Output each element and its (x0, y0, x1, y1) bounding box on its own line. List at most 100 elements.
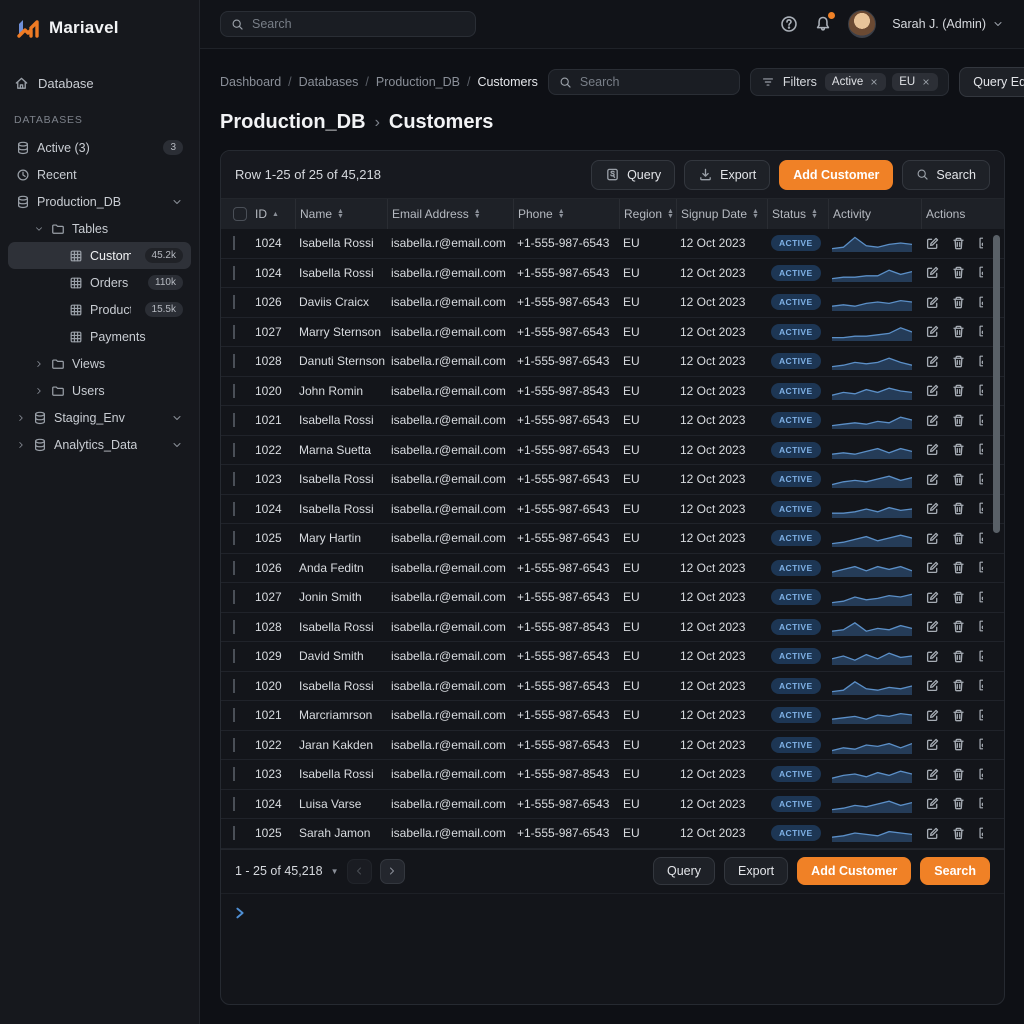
chevron-right-icon[interactable] (16, 439, 26, 451)
trash-icon[interactable] (951, 531, 966, 546)
chevron-down-icon[interactable] (171, 196, 183, 208)
trash-icon[interactable] (951, 796, 966, 811)
column-header-id[interactable]: ID▲ (251, 199, 295, 229)
column-header-status[interactable]: Status▲▼ (767, 199, 828, 229)
file-icon[interactable] (977, 767, 983, 782)
table-row[interactable]: 1027Jonin Smithisabella.r@email.com+1-55… (221, 583, 1004, 613)
file-icon[interactable] (977, 796, 983, 811)
row-checkbox[interactable] (233, 413, 235, 427)
column-header-region[interactable]: Region▲▼ (619, 199, 676, 229)
row-checkbox[interactable] (233, 472, 235, 486)
column-header-email-address[interactable]: Email Address▲▼ (387, 199, 513, 229)
file-icon[interactable] (977, 708, 983, 723)
row-checkbox[interactable] (233, 620, 235, 634)
table-row[interactable]: 1020John Rominisabella.r@email.com+1-555… (221, 377, 1004, 407)
edit-icon[interactable] (925, 619, 940, 634)
row-checkbox[interactable] (233, 561, 235, 575)
sidebar-item-customers[interactable]: Customers45.2k (8, 242, 191, 269)
edit-icon[interactable] (925, 354, 940, 369)
search-button-footer[interactable]: Search (920, 857, 990, 885)
breadcrumb-item-dashboard[interactable]: Dashboard (220, 75, 281, 89)
table-row[interactable]: 1021Isabella Rossiisabella.r@email.com+1… (221, 406, 1004, 436)
avatar[interactable] (848, 10, 876, 38)
edit-icon[interactable] (925, 708, 940, 723)
query-editor-button[interactable]: Query Editor (959, 67, 1024, 97)
file-icon[interactable] (977, 383, 983, 398)
trash-icon[interactable] (951, 354, 966, 369)
checkbox[interactable] (233, 207, 247, 221)
edit-icon[interactable] (925, 796, 940, 811)
table-row[interactable]: 1024Isabella Rossiisabella.r@email.com+1… (221, 495, 1004, 525)
row-checkbox[interactable] (233, 708, 235, 722)
file-icon[interactable] (977, 265, 983, 280)
chevron-right-icon[interactable] (16, 412, 26, 424)
trash-icon[interactable] (951, 383, 966, 398)
query-button[interactable]: Query (591, 160, 675, 190)
file-icon[interactable] (977, 413, 983, 428)
trash-icon[interactable] (951, 324, 966, 339)
edit-icon[interactable] (925, 383, 940, 398)
file-icon[interactable] (977, 531, 983, 546)
chevron-down-icon[interactable] (171, 439, 183, 451)
file-icon[interactable] (977, 236, 983, 251)
file-icon[interactable] (977, 826, 983, 841)
column-header-phone[interactable]: Phone▲▼ (513, 199, 619, 229)
edit-icon[interactable] (925, 649, 940, 664)
row-checkbox[interactable] (233, 354, 235, 368)
sidebar-item-active-3-[interactable]: Active (3)3 (8, 134, 191, 161)
sidebar-item-production-db[interactable]: Production_DB (8, 188, 191, 215)
row-checkbox[interactable] (233, 679, 235, 693)
edit-icon[interactable] (925, 767, 940, 782)
help-icon[interactable] (780, 15, 798, 33)
sidebar-item-analytics-data[interactable]: Analytics_Data (8, 431, 191, 458)
file-icon[interactable] (977, 678, 983, 693)
edit-icon[interactable] (925, 236, 940, 251)
breadcrumb-item-databases[interactable]: Databases (299, 75, 359, 89)
trash-icon[interactable] (951, 737, 966, 752)
sidebar-item-products[interactable]: Products15.5k (8, 296, 191, 323)
trash-icon[interactable] (951, 767, 966, 782)
close-icon[interactable] (921, 77, 931, 87)
export-button[interactable]: Export (684, 160, 770, 190)
row-checkbox[interactable] (233, 826, 235, 840)
sidebar-item-payments[interactable]: Payments (8, 323, 191, 350)
table-row[interactable]: 1026Anda Feditnisabella.r@email.com+1-55… (221, 554, 1004, 584)
query-button-footer[interactable]: Query (653, 857, 715, 885)
edit-icon[interactable] (925, 413, 940, 428)
edit-icon[interactable] (925, 324, 940, 339)
trash-icon[interactable] (951, 236, 966, 251)
sidebar-item-views[interactable]: Views (8, 350, 191, 377)
edit-icon[interactable] (925, 737, 940, 752)
file-icon[interactable] (977, 354, 983, 369)
trash-icon[interactable] (951, 265, 966, 280)
sidebar-item-database[interactable]: Database (0, 68, 199, 98)
table-search-input[interactable]: Search (548, 69, 740, 95)
chevron-right-icon[interactable] (34, 385, 44, 397)
edit-icon[interactable] (925, 265, 940, 280)
sidebar-item-staging-env[interactable]: Staging_Env (8, 404, 191, 431)
trash-icon[interactable] (951, 472, 966, 487)
vertical-scrollbar[interactable] (993, 235, 1000, 533)
chevron-down-icon[interactable] (171, 412, 183, 424)
row-checkbox[interactable] (233, 649, 235, 663)
search-button[interactable]: Search (902, 160, 990, 190)
trash-icon[interactable] (951, 649, 966, 664)
file-icon[interactable] (977, 442, 983, 457)
table-row[interactable]: 1022Jaran Kakdenisabella.r@email.com+1-5… (221, 731, 1004, 761)
export-button-footer[interactable]: Export (724, 857, 788, 885)
column-header-signup-date[interactable]: Signup Date▲▼ (676, 199, 767, 229)
global-search-input[interactable]: Search (220, 11, 476, 37)
row-checkbox[interactable] (233, 797, 235, 811)
trash-icon[interactable] (951, 413, 966, 428)
table-row[interactable]: 1025Sarah Jamonisabella.r@email.com+1-55… (221, 819, 1004, 849)
filters-button[interactable]: Filters ActiveEU (750, 68, 949, 96)
close-icon[interactable] (869, 77, 879, 87)
trash-icon[interactable] (951, 590, 966, 605)
row-checkbox[interactable] (233, 738, 235, 752)
trash-icon[interactable] (951, 560, 966, 575)
edit-icon[interactable] (925, 678, 940, 693)
file-icon[interactable] (977, 590, 983, 605)
trash-icon[interactable] (951, 678, 966, 693)
row-checkbox[interactable] (233, 443, 235, 457)
column-header-actions[interactable]: Actions (921, 199, 983, 229)
